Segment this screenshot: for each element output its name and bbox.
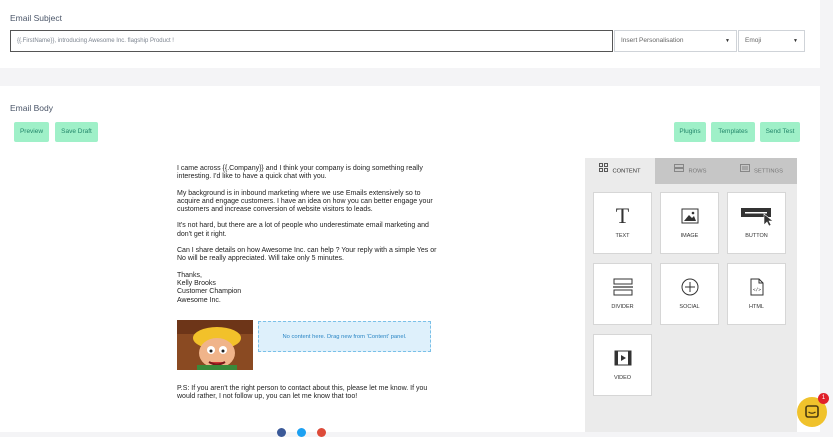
insert-personalisation-label: Insert Personalisation xyxy=(621,37,684,44)
video-block-label: VIDEO xyxy=(613,375,632,381)
send-test-button[interactable]: Send Test xyxy=(760,122,800,142)
tab-rows[interactable]: ROWS xyxy=(655,158,726,184)
social-plus-icon xyxy=(661,276,718,298)
plugins-button[interactable]: Plugins xyxy=(674,122,706,142)
image-block-label: IMAGE xyxy=(680,233,699,239)
rows-icon xyxy=(674,158,685,184)
divider-block-tile[interactable]: DIVIDER xyxy=(593,263,652,325)
email-body-label: Email Body xyxy=(10,103,53,113)
facebook-icon xyxy=(277,428,286,437)
social-block-label: SOCIAL xyxy=(679,304,700,310)
emoji-select[interactable]: Emoji ▼ xyxy=(738,30,805,52)
caret-down-icon: ▼ xyxy=(725,38,730,44)
tab-settings-label: SETTINGS xyxy=(754,168,783,175)
email-subject-input[interactable]: {{.FirstName}}, introducing Awesome Inc.… xyxy=(10,30,613,52)
divider-icon xyxy=(594,276,651,298)
email-paragraph: Can I share details on how Awesome Inc. … xyxy=(177,247,437,263)
email-paragraph: It's not hard, but there are a lot of pe… xyxy=(177,222,429,238)
preview-button[interactable]: Preview xyxy=(14,122,49,142)
email-content-text[interactable]: I came across {{.Company}} and I think y… xyxy=(177,165,437,305)
text-block-label: TEXT xyxy=(615,233,630,239)
svg-text:</>: </> xyxy=(752,287,760,293)
email-subject-label: Email Subject xyxy=(10,13,62,23)
email-signature: Thanks, Kelly Brooks Customer Champion A… xyxy=(177,272,437,305)
html-file-icon: </> xyxy=(728,276,785,298)
video-block-tile[interactable]: VIDEO xyxy=(593,334,652,396)
text-icon: T xyxy=(615,203,630,228)
social-block-tile[interactable]: SOCIAL xyxy=(660,263,719,325)
insert-personalisation-select[interactable]: Insert Personalisation ▼ xyxy=(614,30,737,52)
templates-button[interactable]: Templates xyxy=(711,122,755,142)
text-block-tile[interactable]: T TEXT xyxy=(593,192,652,254)
divider-block-label: DIVIDER xyxy=(611,304,634,310)
google-plus-icon xyxy=(317,428,326,437)
html-block-tile[interactable]: </> HTML xyxy=(727,263,786,325)
signature-line: Thanks, xyxy=(177,271,202,279)
settings-icon xyxy=(740,158,750,184)
tab-content[interactable]: CONTENT xyxy=(585,158,655,184)
twitter-icon xyxy=(297,428,306,437)
empty-content-dropzone[interactable]: No content here. Drag new from 'Content'… xyxy=(258,321,431,352)
video-icon xyxy=(594,347,651,369)
signature-line: Kelly Brooks xyxy=(177,279,216,287)
tab-settings[interactable]: SETTINGS xyxy=(726,158,797,184)
email-paragraph: I came across {{.Company}} and I think y… xyxy=(177,165,423,181)
email-ps-text: P.S: If you aren't the right person to c… xyxy=(177,385,428,401)
button-block-tile[interactable]: BUTTON xyxy=(727,192,786,254)
save-draft-button[interactable]: Save Draft xyxy=(55,122,98,142)
signature-line: Awesome Inc. xyxy=(177,296,221,304)
emoji-label: Emoji xyxy=(745,37,762,44)
cartoon-avatar-image[interactable] xyxy=(177,320,253,370)
grid-icon xyxy=(599,158,609,184)
tab-rows-label: ROWS xyxy=(688,168,707,175)
button-icon xyxy=(728,205,785,227)
tab-content-label: CONTENT xyxy=(612,168,641,175)
chat-notification-badge: 1 xyxy=(818,393,829,404)
email-paragraph: My background is in inbound marketing wh… xyxy=(177,189,433,214)
html-block-label: HTML xyxy=(749,304,764,310)
image-icon xyxy=(661,205,718,227)
image-block-tile[interactable]: IMAGE xyxy=(660,192,719,254)
signature-line: Customer Champion xyxy=(177,288,242,296)
caret-down-icon: ▼ xyxy=(793,38,798,44)
button-block-label: BUTTON xyxy=(745,233,768,239)
